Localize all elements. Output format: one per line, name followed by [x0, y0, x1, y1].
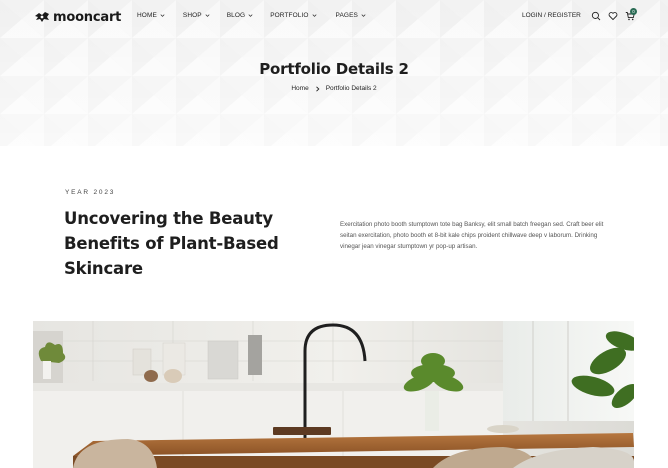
- chevron-down-icon: [361, 14, 366, 17]
- logo-icon: [35, 12, 49, 22]
- project-year: YEAR 2023: [65, 189, 116, 196]
- menu-item-home[interactable]: HOME: [137, 12, 166, 19]
- heart-icon: [608, 12, 618, 21]
- menu-item-shop[interactable]: SHOP: [183, 12, 211, 19]
- page-title: Portfolio Details 2: [259, 60, 409, 78]
- breadcrumb-current: Portfolio Details 2: [325, 85, 377, 92]
- wishlist-button[interactable]: [608, 11, 618, 21]
- chevron-down-icon: [248, 14, 253, 17]
- menu-item-label: BLOG: [226, 12, 246, 19]
- main-menu: HOME SHOP BLOG PORTFOLIO PAGES: [137, 12, 367, 19]
- interior-scene-image: [33, 321, 634, 468]
- menu-item-label: PORTFOLIO: [270, 12, 309, 19]
- brand-name: mooncart: [53, 9, 122, 25]
- breadcrumb: Home Portfolio Details 2: [0, 85, 668, 92]
- project-description: Exercitation photo booth stumptown tote …: [340, 221, 604, 250]
- project-title: Uncovering the Beauty Benefits of Plant-…: [64, 209, 279, 278]
- menu-item-pages[interactable]: PAGES: [336, 12, 367, 19]
- menu-item-label: HOME: [137, 12, 157, 19]
- menu-item-label: SHOP: [182, 12, 202, 19]
- project-photo: [33, 321, 634, 468]
- login-register-link[interactable]: LOGIN / REGISTER: [522, 12, 581, 19]
- menu-item-blog[interactable]: BLOG: [227, 12, 254, 19]
- search-icon: [591, 11, 601, 21]
- top-navbar: mooncart HOME SHOP BLOG PORTFOLIO PAGES: [0, 0, 668, 34]
- menu-item-label: PAGES: [335, 12, 358, 19]
- chevron-right-icon: [315, 85, 320, 92]
- chevron-down-icon: [312, 14, 317, 17]
- menu-item-portfolio[interactable]: PORTFOLIO: [270, 12, 317, 19]
- chevron-down-icon: [160, 14, 165, 17]
- cart-count-badge: 0: [630, 8, 637, 15]
- search-button[interactable]: [591, 11, 601, 21]
- page-hero: mooncart HOME SHOP BLOG PORTFOLIO PAGES: [0, 0, 668, 146]
- breadcrumb-home-link[interactable]: Home: [291, 85, 308, 92]
- brand-logo[interactable]: mooncart: [34, 9, 121, 25]
- chevron-down-icon: [205, 14, 210, 17]
